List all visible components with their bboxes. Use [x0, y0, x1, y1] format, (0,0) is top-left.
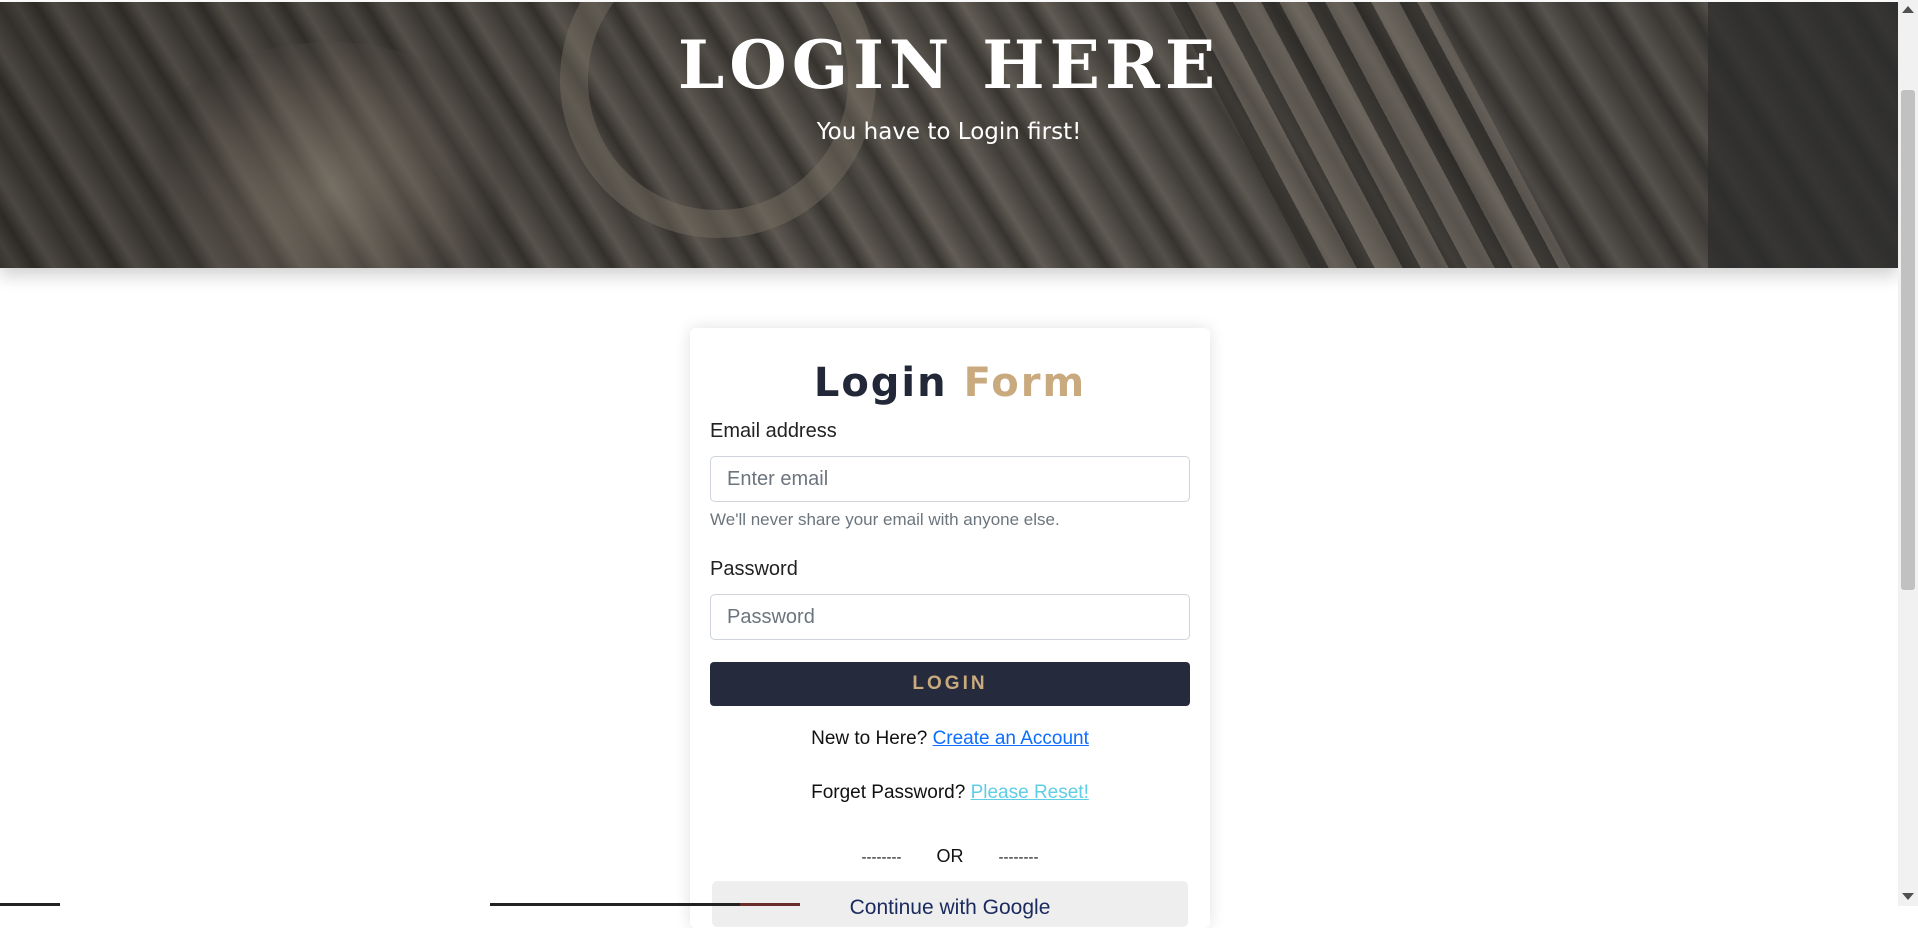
scroll-thumb[interactable]: [1901, 90, 1915, 590]
scroll-up-arrow-icon[interactable]: [1902, 6, 1914, 13]
divider-right: --------: [998, 849, 1039, 866]
form-title-part2: Form: [963, 360, 1087, 406]
hero-title: LOGIN HERE: [677, 26, 1221, 104]
hero-subtitle: You have to Login first!: [816, 119, 1082, 145]
register-line: New to Here? Create an Account: [690, 728, 1210, 750]
reset-line: Forget Password? Please Reset!: [690, 782, 1210, 804]
login-button[interactable]: LOGIN: [710, 662, 1190, 706]
reset-prompt: Forget Password?: [811, 782, 966, 803]
email-label: Email address: [710, 420, 837, 442]
page-scrollbar[interactable]: [1898, 0, 1918, 906]
scroll-down-arrow-icon[interactable]: [1902, 893, 1914, 900]
email-input[interactable]: [710, 456, 1190, 502]
register-prompt: New to Here?: [811, 728, 928, 749]
password-input[interactable]: [710, 594, 1190, 640]
create-account-link[interactable]: Create an Account: [933, 728, 1089, 749]
password-label: Password: [710, 558, 798, 580]
or-divider: -------- OR --------: [690, 846, 1210, 867]
reset-password-link[interactable]: Please Reset!: [971, 782, 1089, 803]
email-help-text: We'll never share your email with anyone…: [710, 510, 1060, 529]
login-card: Login Form Email address We'll never sha…: [690, 328, 1210, 928]
hero-banner: LOGIN HERE You have to Login first!: [0, 2, 1898, 268]
form-title: Login Form: [690, 360, 1210, 406]
divider-or-text: OR: [936, 846, 964, 866]
form-title-part1: Login: [813, 360, 948, 406]
divider-left: --------: [861, 849, 902, 866]
